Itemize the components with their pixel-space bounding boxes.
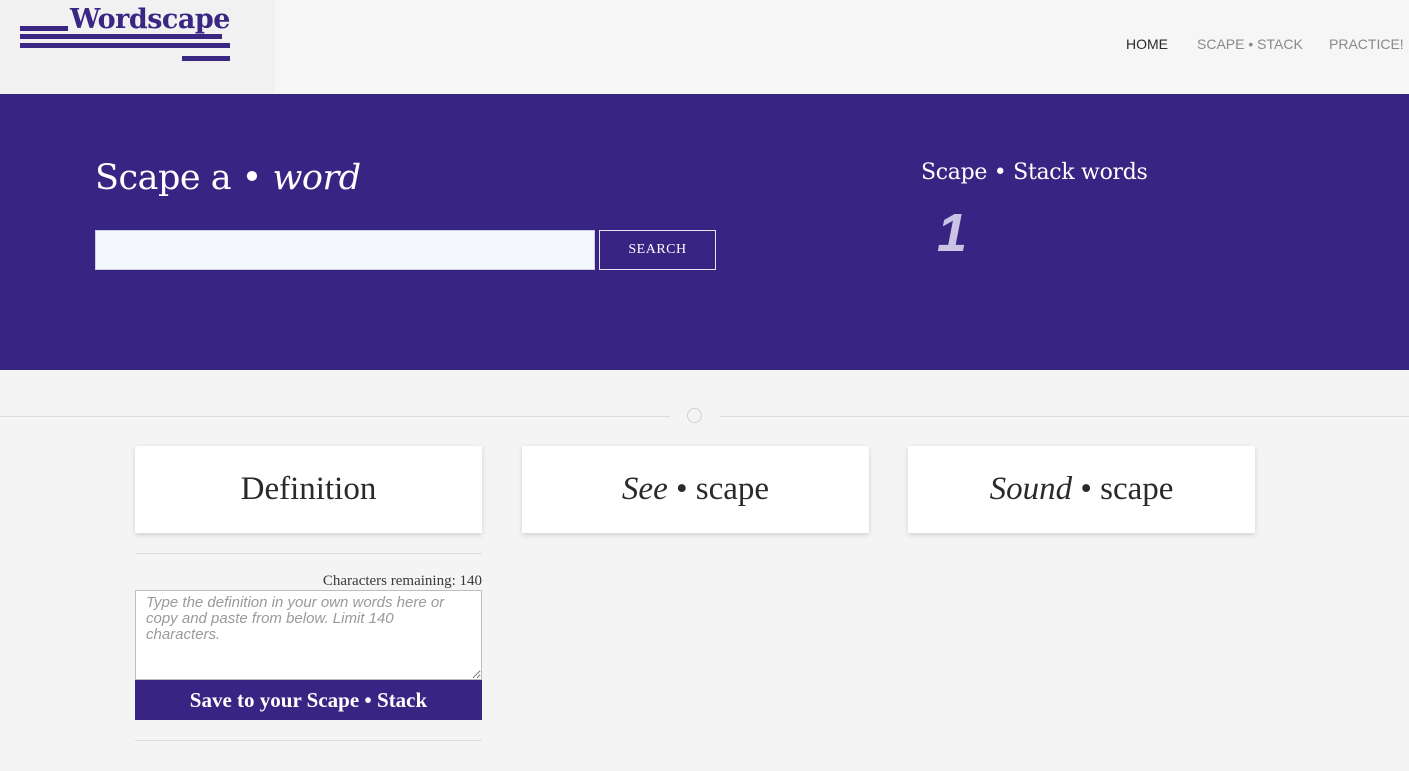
logo-bar bbox=[20, 43, 230, 48]
save-to-stack-button[interactable]: Save to your Scape • Stack bbox=[135, 680, 482, 720]
hero-title: Scape a • word bbox=[95, 158, 361, 198]
sound-scape-card[interactable]: Sound • scape bbox=[908, 446, 1255, 533]
form-divider-bottom bbox=[135, 740, 482, 741]
logo[interactable]: Wordscape bbox=[0, 0, 275, 94]
logo-bar bbox=[20, 26, 68, 31]
definition-card-label: Definition bbox=[240, 471, 377, 507]
site-header: Wordscape HOME SCAPE • STACK PRACTICE! bbox=[0, 0, 1409, 94]
form-divider-top bbox=[135, 553, 482, 554]
stack-words-title: Scape • Stack words bbox=[921, 160, 1148, 185]
characters-remaining: Characters remaining: 140 bbox=[322, 573, 482, 589]
nav-item-practice[interactable]: PRACTICE! bbox=[1329, 36, 1404, 52]
section-divider bbox=[0, 416, 670, 417]
nav-item-scape-stack[interactable]: SCAPE • STACK bbox=[1197, 36, 1303, 52]
hero-title-word: word bbox=[272, 158, 361, 198]
sound-scape-label-italic: Sound bbox=[989, 471, 1073, 507]
logo-bar bbox=[182, 56, 230, 61]
definition-textarea[interactable] bbox=[135, 590, 482, 680]
hero-title-prefix: Scape a • bbox=[95, 158, 273, 198]
see-scape-label-rest: • scape bbox=[667, 471, 770, 507]
see-scape-card[interactable]: See • scape bbox=[522, 446, 869, 533]
search-input[interactable] bbox=[95, 230, 595, 270]
search-button[interactable]: SEARCH bbox=[599, 230, 716, 270]
hero-section: Scape a • word SEARCH Scape • Stack word… bbox=[0, 94, 1409, 370]
stack-words-count: 1 bbox=[937, 203, 968, 263]
logo-bar bbox=[20, 34, 222, 39]
see-scape-label-italic: See bbox=[621, 471, 668, 507]
section-divider bbox=[720, 416, 1409, 417]
divider-circle-icon bbox=[687, 408, 702, 423]
definition-card[interactable]: Definition bbox=[135, 446, 482, 533]
logo-text: Wordscape bbox=[70, 4, 230, 35]
sound-scape-label-rest: • scape bbox=[1072, 471, 1174, 507]
nav-item-home[interactable]: HOME bbox=[1126, 36, 1168, 52]
